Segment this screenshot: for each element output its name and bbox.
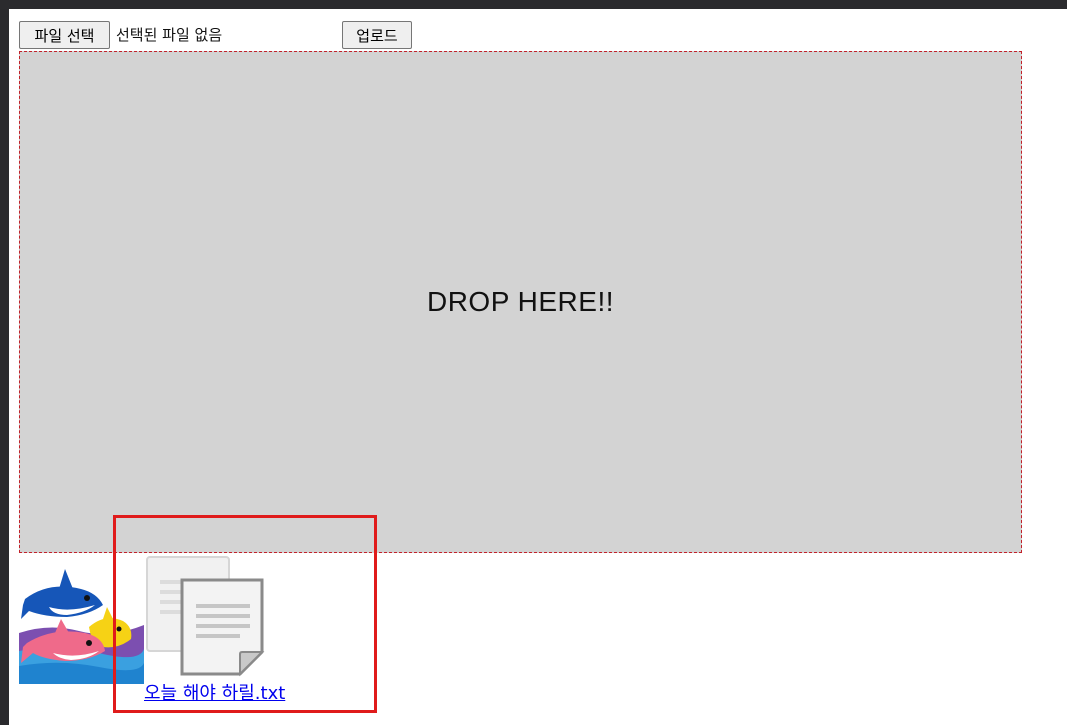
window-top-bar xyxy=(0,0,1067,9)
upload-button[interactable]: 업로드 xyxy=(342,21,412,49)
document-icon xyxy=(146,556,265,677)
file-status-text: 선택된 파일 없음 xyxy=(116,26,223,44)
choose-file-button[interactable]: 파일 선택 xyxy=(19,21,110,49)
window-left-edge xyxy=(0,9,9,725)
shark-image xyxy=(19,563,144,684)
upload-controls: 파일 선택 선택된 파일 없음 업로드 xyxy=(19,21,439,50)
drop-zone[interactable]: DROP HERE!! xyxy=(19,51,1022,553)
file-item-txt[interactable]: 오늘 해야 하릴.txt xyxy=(144,556,344,706)
uploaded-files-list: 오늘 해야 하릴.txt xyxy=(19,556,419,716)
file-link[interactable]: 오늘 해야 하릴.txt xyxy=(144,679,285,705)
drop-zone-label: DROP HERE!! xyxy=(426,286,615,317)
